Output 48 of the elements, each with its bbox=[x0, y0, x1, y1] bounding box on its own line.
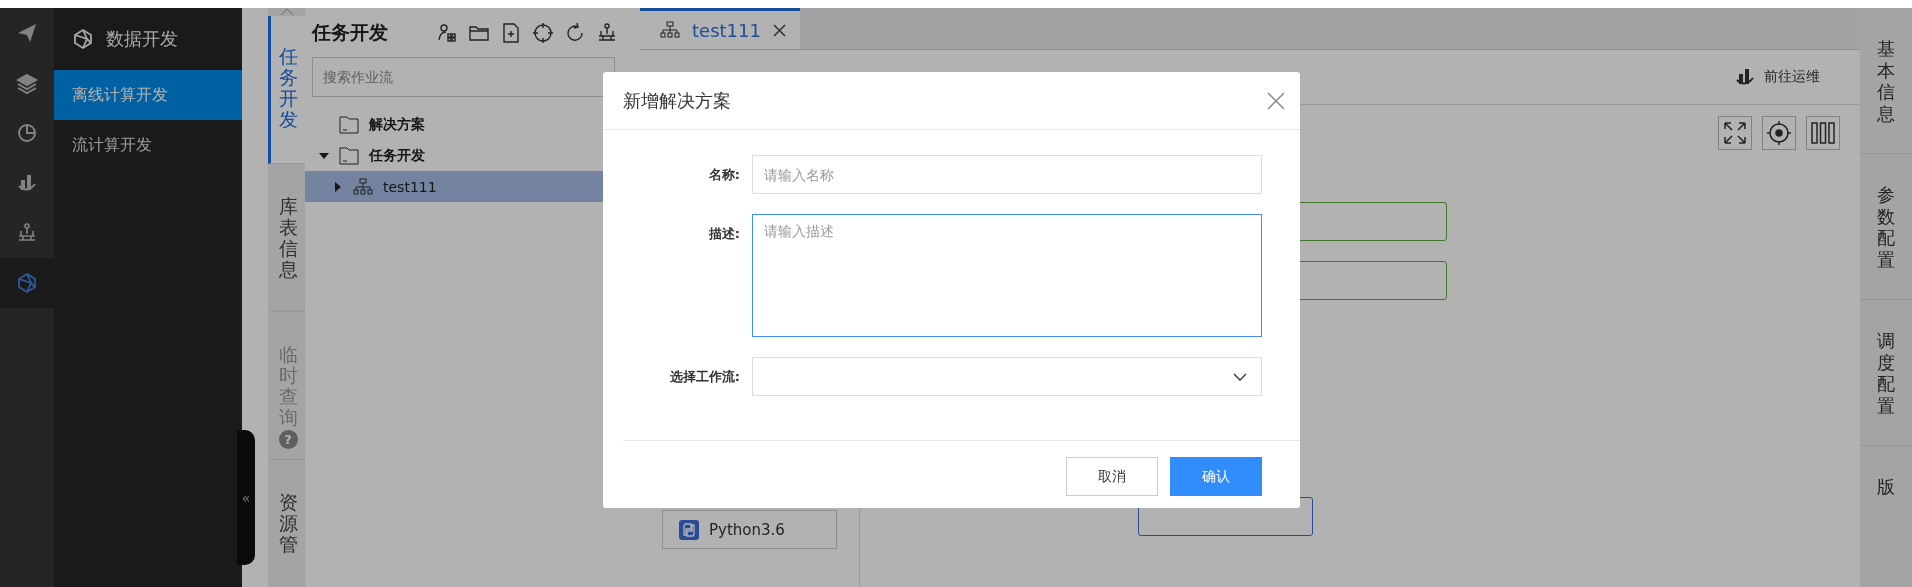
field-label: 描述: bbox=[707, 225, 740, 243]
bar-chart-icon bbox=[1734, 66, 1756, 88]
folder-icon bbox=[339, 115, 359, 134]
field-label: 名称: bbox=[707, 166, 740, 184]
pie-chart-icon[interactable] bbox=[16, 122, 38, 144]
locate-icon[interactable] bbox=[532, 21, 554, 44]
locate-icon[interactable] bbox=[1762, 116, 1796, 150]
editor-tab[interactable]: test111 bbox=[640, 8, 800, 49]
flow-icon bbox=[353, 177, 373, 196]
python-icon bbox=[679, 519, 699, 540]
panel-title: 任务开发 bbox=[312, 19, 388, 45]
text-area[interactable]: 请输入描述 bbox=[752, 214, 1262, 337]
close-icon[interactable] bbox=[1266, 90, 1286, 111]
chevron-down-icon[interactable] bbox=[1233, 372, 1247, 381]
select-field[interactable] bbox=[752, 357, 1262, 396]
new-file-icon[interactable] bbox=[500, 21, 522, 44]
side-tab[interactable]: 调度配置 bbox=[1860, 300, 1912, 446]
hierarchy-icon[interactable] bbox=[596, 21, 618, 44]
ops-link[interactable]: 前往运维 bbox=[1734, 66, 1820, 88]
palette-item[interactable]: Python3.6 bbox=[662, 510, 837, 549]
refresh-icon[interactable] bbox=[564, 21, 586, 44]
nav-title: 数据开发 bbox=[106, 27, 178, 51]
search-field[interactable]: 搜索作业流 bbox=[312, 57, 615, 97]
input-field[interactable]: 请输入名称 bbox=[752, 155, 1262, 194]
fullscreen-icon[interactable] bbox=[1718, 116, 1752, 150]
cancel-button[interactable]: 取消 bbox=[1066, 457, 1158, 496]
side-tab[interactable]: 参数配置 bbox=[1860, 154, 1912, 300]
folder-icon bbox=[339, 146, 359, 165]
tree-item[interactable]: 任务开发 bbox=[305, 140, 640, 171]
confirm-button[interactable]: 确认 bbox=[1170, 457, 1262, 496]
collapse-button[interactable]: « bbox=[237, 430, 255, 565]
nav-item[interactable]: 流计算开发 bbox=[54, 120, 242, 170]
cube-icon[interactable] bbox=[72, 28, 94, 50]
side-tab[interactable]: 任务开发 bbox=[268, 16, 305, 164]
caret-icon[interactable] bbox=[319, 150, 329, 161]
columns-icon[interactable] bbox=[1806, 116, 1840, 150]
side-tab[interactable]: 基本信息 bbox=[1860, 8, 1912, 154]
user-grid-icon[interactable] bbox=[436, 21, 458, 44]
side-tab[interactable]: 版 bbox=[1860, 446, 1912, 587]
rail-item[interactable] bbox=[0, 258, 54, 308]
hierarchy-icon[interactable] bbox=[16, 222, 38, 244]
field-label: 选择工作流: bbox=[668, 368, 740, 386]
bar-chart-icon[interactable] bbox=[16, 172, 38, 194]
flow-icon bbox=[660, 21, 680, 39]
layers-icon[interactable] bbox=[16, 72, 38, 94]
caret-icon[interactable] bbox=[333, 181, 343, 192]
close-icon[interactable] bbox=[772, 23, 786, 37]
paper-plane-icon[interactable] bbox=[16, 22, 38, 44]
